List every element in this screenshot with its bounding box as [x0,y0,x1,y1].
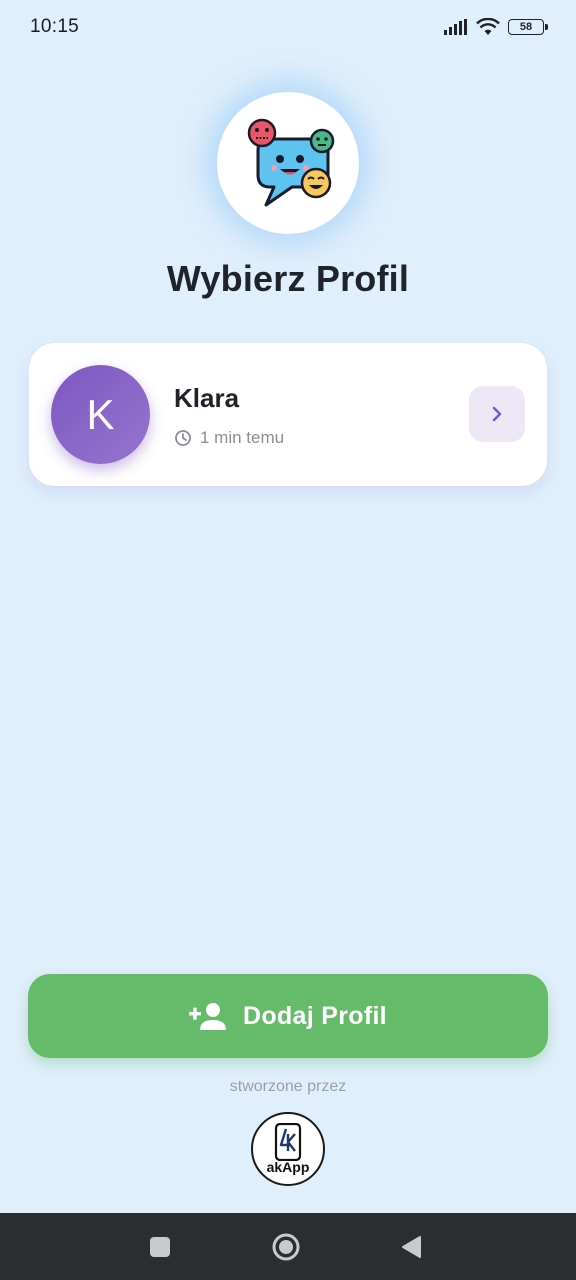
clock-icon [175,430,191,446]
system-nav-bar [0,1213,576,1280]
status-time: 10:15 [30,16,80,37]
chevron-right-icon [492,406,502,422]
open-profile-button[interactable] [469,386,525,442]
status-bar: 10:15 58 [0,0,576,54]
last-active-text: 1 min temu [200,428,285,447]
add-profile-label: Dodaj Profil [243,1001,387,1030]
phone-logo-icon [274,1123,302,1161]
credit-text: stworzone przez [229,1078,347,1095]
app-logo [217,92,359,234]
signal-icon [444,19,467,35]
avatar-initial: K [86,390,115,438]
chat-emotions-logo-icon [247,118,335,207]
back-button[interactable] [376,1213,446,1280]
status-icons: 58 [444,16,548,38]
profile-name: Klara [174,383,240,413]
wifi-icon [476,18,500,35]
profile-last-active: 1 min temu [174,428,284,448]
home-icon [272,1233,300,1260]
recents-button[interactable] [125,1213,195,1280]
akapp-brand: akApp [266,1159,310,1175]
home-button[interactable] [251,1213,321,1280]
add-profile-button[interactable]: Dodaj Profil [28,974,548,1058]
person-add-icon [189,1003,227,1030]
back-icon [402,1235,421,1258]
battery-level: 58 [519,21,533,33]
recents-icon [150,1236,170,1257]
akapp-logo[interactable]: akApp [251,1112,325,1186]
profile-card[interactable]: K Klara 1 min temu [29,343,547,486]
page-title: Wybierz Profil [166,258,410,299]
avatar: K [51,365,150,464]
battery-icon: 58 [508,19,548,35]
